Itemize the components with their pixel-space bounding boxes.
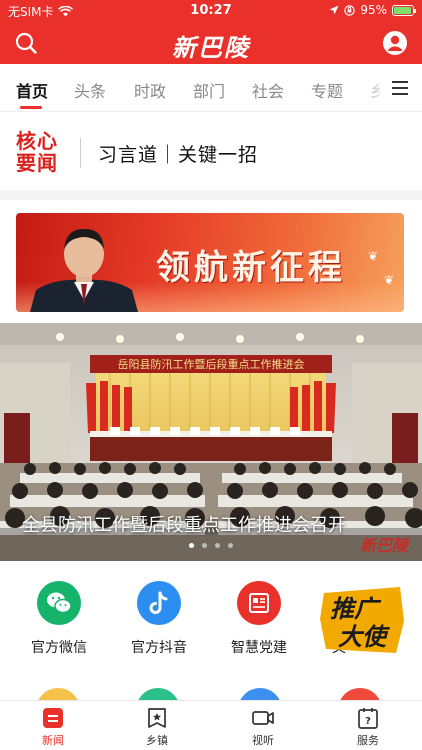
- core-news-headline[interactable]: 核心 要闻 习言道｜关键一招: [0, 112, 422, 190]
- app-logo: 新巴陵: [172, 33, 250, 62]
- tab-politics[interactable]: 时政: [134, 78, 166, 102]
- shortcut-grid: 官方微信 官方抖音 智慧党建 文 推广 大使: [0, 561, 422, 681]
- battery-percent: 95%: [360, 3, 387, 17]
- promo-ambassador-icon[interactable]: 推广 大使: [316, 583, 408, 655]
- bottom-tab-service[interactable]: ? 服务: [328, 707, 408, 748]
- tab-departments[interactable]: 部门: [193, 78, 225, 102]
- party-building-icon: [237, 581, 281, 625]
- tiktok-icon: [137, 581, 181, 625]
- shortcut-label: 智慧党建: [231, 640, 287, 656]
- tab-headlines[interactable]: 头条: [74, 78, 106, 102]
- core-news-logo: 核心 要闻: [16, 129, 58, 175]
- section-gap: [0, 190, 422, 200]
- bottom-tab-video[interactable]: 视听: [223, 707, 303, 748]
- tab-topics[interactable]: 专题: [311, 78, 343, 102]
- orientation-lock-icon: [344, 4, 356, 16]
- svg-text:?: ?: [365, 716, 371, 727]
- channel-tabs: 首页 头条 时政 部门 社会 专题 乡: [0, 64, 422, 112]
- carousel-dot[interactable]: [189, 543, 194, 548]
- tab-society[interactable]: 社会: [252, 78, 284, 102]
- dove-icon: ❦: [368, 249, 379, 263]
- status-bar: 无SIM卡 10:27 95%: [0, 0, 422, 22]
- wechat-icon: [37, 581, 81, 625]
- video-icon: [252, 707, 274, 729]
- tab-home[interactable]: 首页: [16, 78, 48, 102]
- service-icon: ?: [357, 707, 379, 729]
- svg-text:推广: 推广: [330, 595, 382, 623]
- bottom-tab-news[interactable]: 新闻: [13, 707, 93, 748]
- bottom-navigation: 新闻 乡镇 视听 ? 服务: [0, 700, 422, 750]
- bottom-tab-label: 乡镇: [146, 734, 168, 747]
- bottom-tab-label: 服务: [357, 734, 379, 747]
- shortcut-label: 官方微信: [31, 640, 87, 656]
- divider: [80, 138, 81, 168]
- headline-text[interactable]: 习言道｜关键一招: [98, 140, 258, 167]
- shortcut-douyin[interactable]: 官方抖音: [114, 581, 204, 657]
- carousel-dot[interactable]: [228, 543, 233, 548]
- bottom-tab-township[interactable]: 乡镇: [117, 707, 197, 748]
- active-tab-indicator: [20, 106, 42, 109]
- location-arrow-icon: [329, 5, 339, 15]
- status-right: 95%: [329, 3, 416, 17]
- battery-icon: [392, 4, 416, 16]
- svg-text:大使: 大使: [338, 623, 391, 651]
- bottom-tab-label: 新闻: [42, 734, 64, 747]
- carousel-dot[interactable]: [215, 543, 220, 548]
- bottom-tab-label: 视听: [252, 734, 274, 747]
- news-carousel[interactable]: 岳阳县防汛工作暨后段重点工作推进会 新巴陵 全县防汛工作暨后段重点工作推进会召开: [0, 323, 422, 561]
- leader-portrait: [30, 228, 138, 312]
- shortcut-wechat[interactable]: 官方微信: [14, 581, 104, 657]
- carousel-dots: [0, 543, 422, 548]
- menu-icon[interactable]: [380, 64, 422, 111]
- shortcut-label: 官方抖音: [131, 640, 187, 656]
- shortcut-party-building[interactable]: 智慧党建: [214, 581, 304, 657]
- promo-banner[interactable]: 领航新征程 ❦ ❦: [16, 213, 404, 312]
- township-icon: [146, 707, 168, 729]
- user-icon[interactable]: [382, 30, 408, 56]
- app-header: 新巴陵: [0, 22, 422, 64]
- banner-title: 领航新征程: [156, 248, 346, 288]
- stage-sign-text: 岳阳县防汛工作暨后段重点工作推进会: [118, 357, 305, 371]
- dove-icon: ❦: [384, 273, 395, 287]
- carousel-dot[interactable]: [202, 543, 207, 548]
- news-icon: [42, 707, 64, 729]
- carousel-caption[interactable]: 全县防汛工作暨后段重点工作推进会召开: [22, 511, 346, 537]
